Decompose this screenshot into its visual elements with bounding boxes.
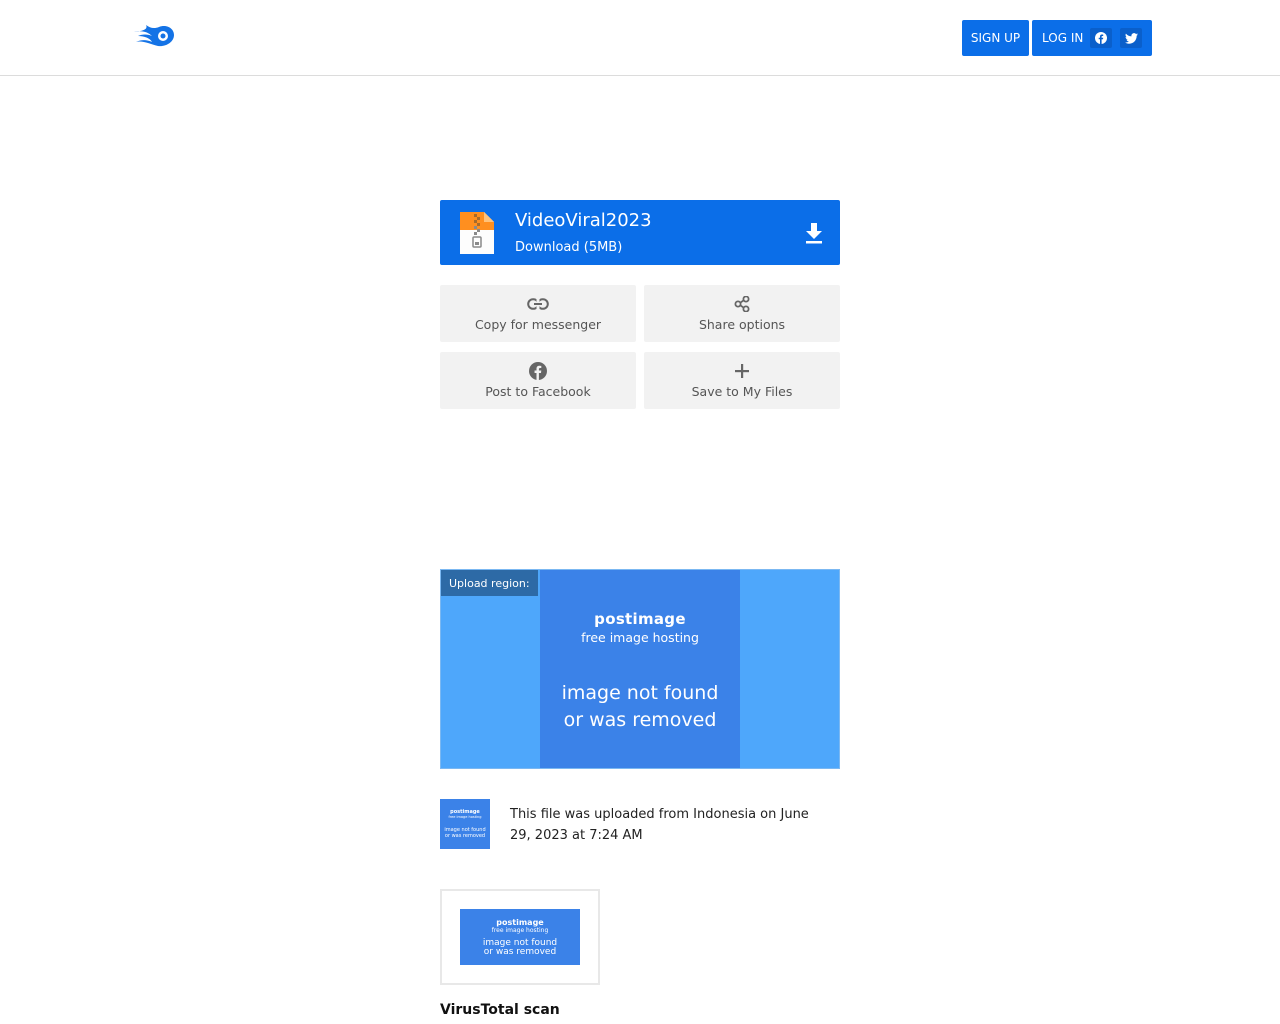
upload-region-map: postimage free image hosting image not f… [440, 569, 840, 769]
copy-for-messenger-button[interactable]: Copy for messenger [440, 285, 636, 342]
copy-for-messenger-label: Copy for messenger [474, 317, 602, 332]
facebook-icon [527, 362, 549, 380]
twitter-login-icon[interactable] [1120, 28, 1142, 48]
thumb-message: image not found or was removed [444, 827, 486, 839]
site-header: SIGN UP LOG IN [0, 0, 1280, 76]
vt-message: image not found or was removed [482, 938, 558, 957]
file-name: VideoViral2023 [515, 210, 652, 231]
facebook-login-icon[interactable] [1090, 28, 1112, 48]
share-icon [731, 295, 753, 313]
vt-brand: postimage [496, 918, 544, 927]
thumb-subtitle: free image hosting [448, 815, 482, 819]
vt-subtitle: free image hosting [491, 927, 549, 934]
uploader-thumbnail: postimage free image hosting image not f… [440, 799, 490, 849]
placeholder-message: image not found or was removed [540, 680, 740, 734]
placeholder-message-line2: or was removed [563, 709, 717, 731]
post-to-facebook-label: Post to Facebook [485, 384, 591, 399]
post-to-facebook-button[interactable]: Post to Facebook [440, 352, 636, 409]
link-icon [527, 295, 549, 313]
upload-region-label: Upload region: [441, 570, 538, 596]
placeholder-brand: postimage [594, 610, 686, 628]
upload-info-text: This file was uploaded from Indonesia on… [510, 807, 809, 843]
share-options-label: Share options [698, 317, 786, 332]
zip-file-icon [458, 210, 496, 256]
log-in-label: LOG IN [1042, 31, 1084, 45]
placeholder-subtitle: free image hosting [581, 630, 699, 645]
virustotal-placeholder-image: postimage free image hosting image not f… [460, 909, 580, 965]
share-options-button[interactable]: Share options [644, 285, 840, 342]
placeholder-message-line1: image not found [561, 682, 719, 704]
virustotal-scan-title: VirusTotal scan [440, 1002, 560, 1018]
plus-icon [731, 362, 753, 380]
download-arrow-icon [804, 222, 824, 244]
download-button[interactable]: VideoViral2023 Download (5MB) [440, 200, 840, 265]
save-to-my-files-button[interactable]: Save to My Files [644, 352, 840, 409]
save-to-my-files-label: Save to My Files [691, 384, 793, 399]
image-placeholder: postimage free image hosting image not f… [540, 570, 740, 768]
download-size-label: Download (5MB) [515, 240, 623, 255]
log-in-button[interactable]: LOG IN [1032, 20, 1152, 56]
sign-up-button[interactable]: SIGN UP [962, 20, 1029, 56]
logo-icon[interactable] [132, 22, 176, 50]
virustotal-image-box[interactable]: postimage free image hosting image not f… [440, 889, 600, 985]
